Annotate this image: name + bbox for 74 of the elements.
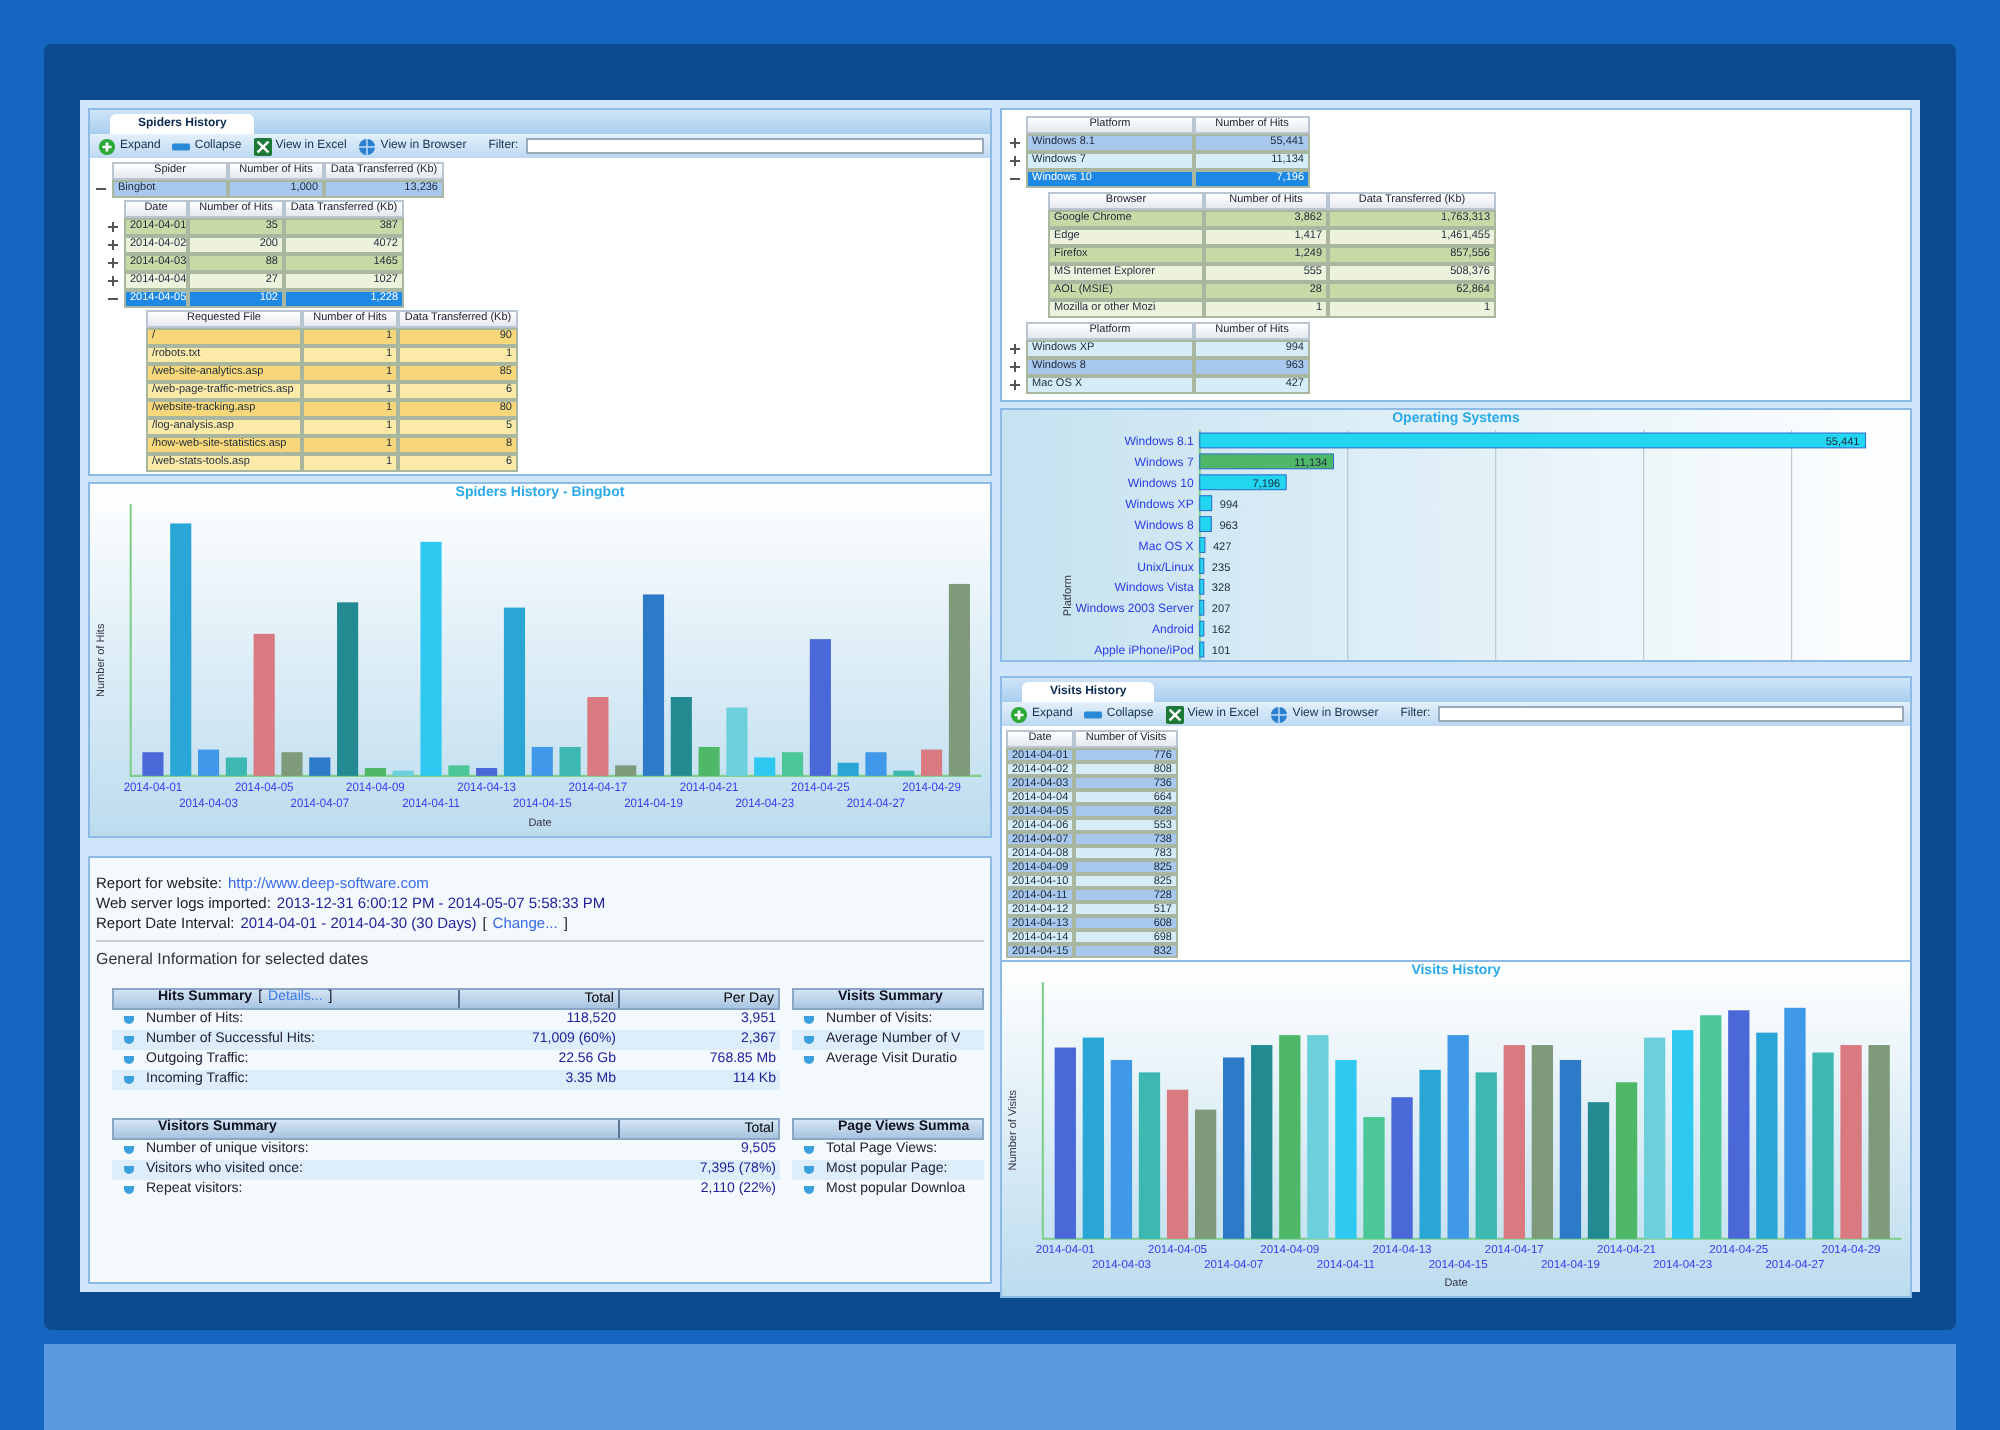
bar [1194, 1109, 1217, 1239]
spreadsheet-icon [253, 137, 272, 155]
expand-icon[interactable] [106, 256, 120, 270]
bar [531, 746, 553, 776]
plus-icon [98, 137, 116, 155]
bar [670, 697, 692, 776]
bar [1363, 1117, 1385, 1239]
bar [1199, 641, 1205, 658]
bar [587, 697, 609, 776]
bar [448, 765, 470, 776]
collapse-icon[interactable] [106, 292, 120, 306]
filter-field[interactable] [1438, 706, 1904, 722]
bar [1199, 474, 1287, 491]
bar [1199, 557, 1205, 574]
bullet-icon [124, 1146, 134, 1154]
bar [1199, 453, 1334, 470]
bar [142, 752, 164, 776]
expand-icon[interactable] [106, 238, 120, 252]
expand-icon[interactable] [1008, 136, 1022, 150]
bullet-icon [124, 1166, 134, 1174]
expand-icon[interactable] [106, 274, 120, 288]
bullet-icon [124, 1186, 134, 1194]
bar [1199, 599, 1205, 616]
bar [1199, 620, 1205, 637]
bar [809, 639, 831, 776]
plus-icon [1010, 705, 1028, 723]
bullet-icon [804, 1186, 814, 1194]
bar [865, 752, 887, 776]
bar [1199, 578, 1205, 595]
expand-icon[interactable] [1008, 154, 1022, 168]
bar [392, 770, 414, 776]
bar [893, 770, 915, 776]
bullet-icon [124, 1056, 134, 1064]
bar [698, 746, 720, 776]
bar [198, 749, 220, 776]
expand-icon[interactable] [1008, 360, 1022, 374]
bullet-icon [124, 1036, 134, 1044]
collapse-icon[interactable] [1008, 172, 1022, 186]
bullet-icon [804, 1056, 814, 1064]
bar [309, 757, 331, 776]
minus-icon [1084, 705, 1103, 723]
bar [253, 633, 275, 776]
bar [615, 765, 637, 776]
bar [225, 757, 247, 776]
bar [1587, 1102, 1610, 1239]
minus-icon [172, 137, 191, 155]
section-heading: General Information for selected dates [96, 948, 371, 972]
bar [1199, 537, 1206, 553]
bar [559, 746, 581, 776]
bar [754, 757, 776, 776]
filter-field[interactable] [526, 138, 984, 154]
bar [1199, 495, 1213, 512]
bar [476, 768, 498, 776]
bullet-icon [804, 1016, 814, 1024]
spreadsheet-icon [1165, 705, 1184, 723]
bar [1391, 1097, 1413, 1239]
globe-icon [358, 137, 377, 155]
bullet-icon [124, 1076, 134, 1084]
bullet-icon [804, 1166, 814, 1174]
expand-icon[interactable] [1008, 378, 1022, 392]
bar [921, 749, 943, 776]
bullet-icon [124, 1016, 134, 1024]
bullet-icon [804, 1036, 814, 1044]
bar [281, 752, 303, 776]
globe-icon [1270, 705, 1289, 723]
expand-icon[interactable] [1008, 342, 1022, 356]
bar [782, 752, 804, 776]
bullet-icon [804, 1146, 814, 1154]
expand-icon[interactable] [106, 220, 120, 234]
bar [837, 762, 859, 776]
bar [364, 768, 386, 776]
bar [1199, 516, 1212, 533]
collapse-icon[interactable] [94, 182, 108, 196]
bar [726, 707, 748, 776]
